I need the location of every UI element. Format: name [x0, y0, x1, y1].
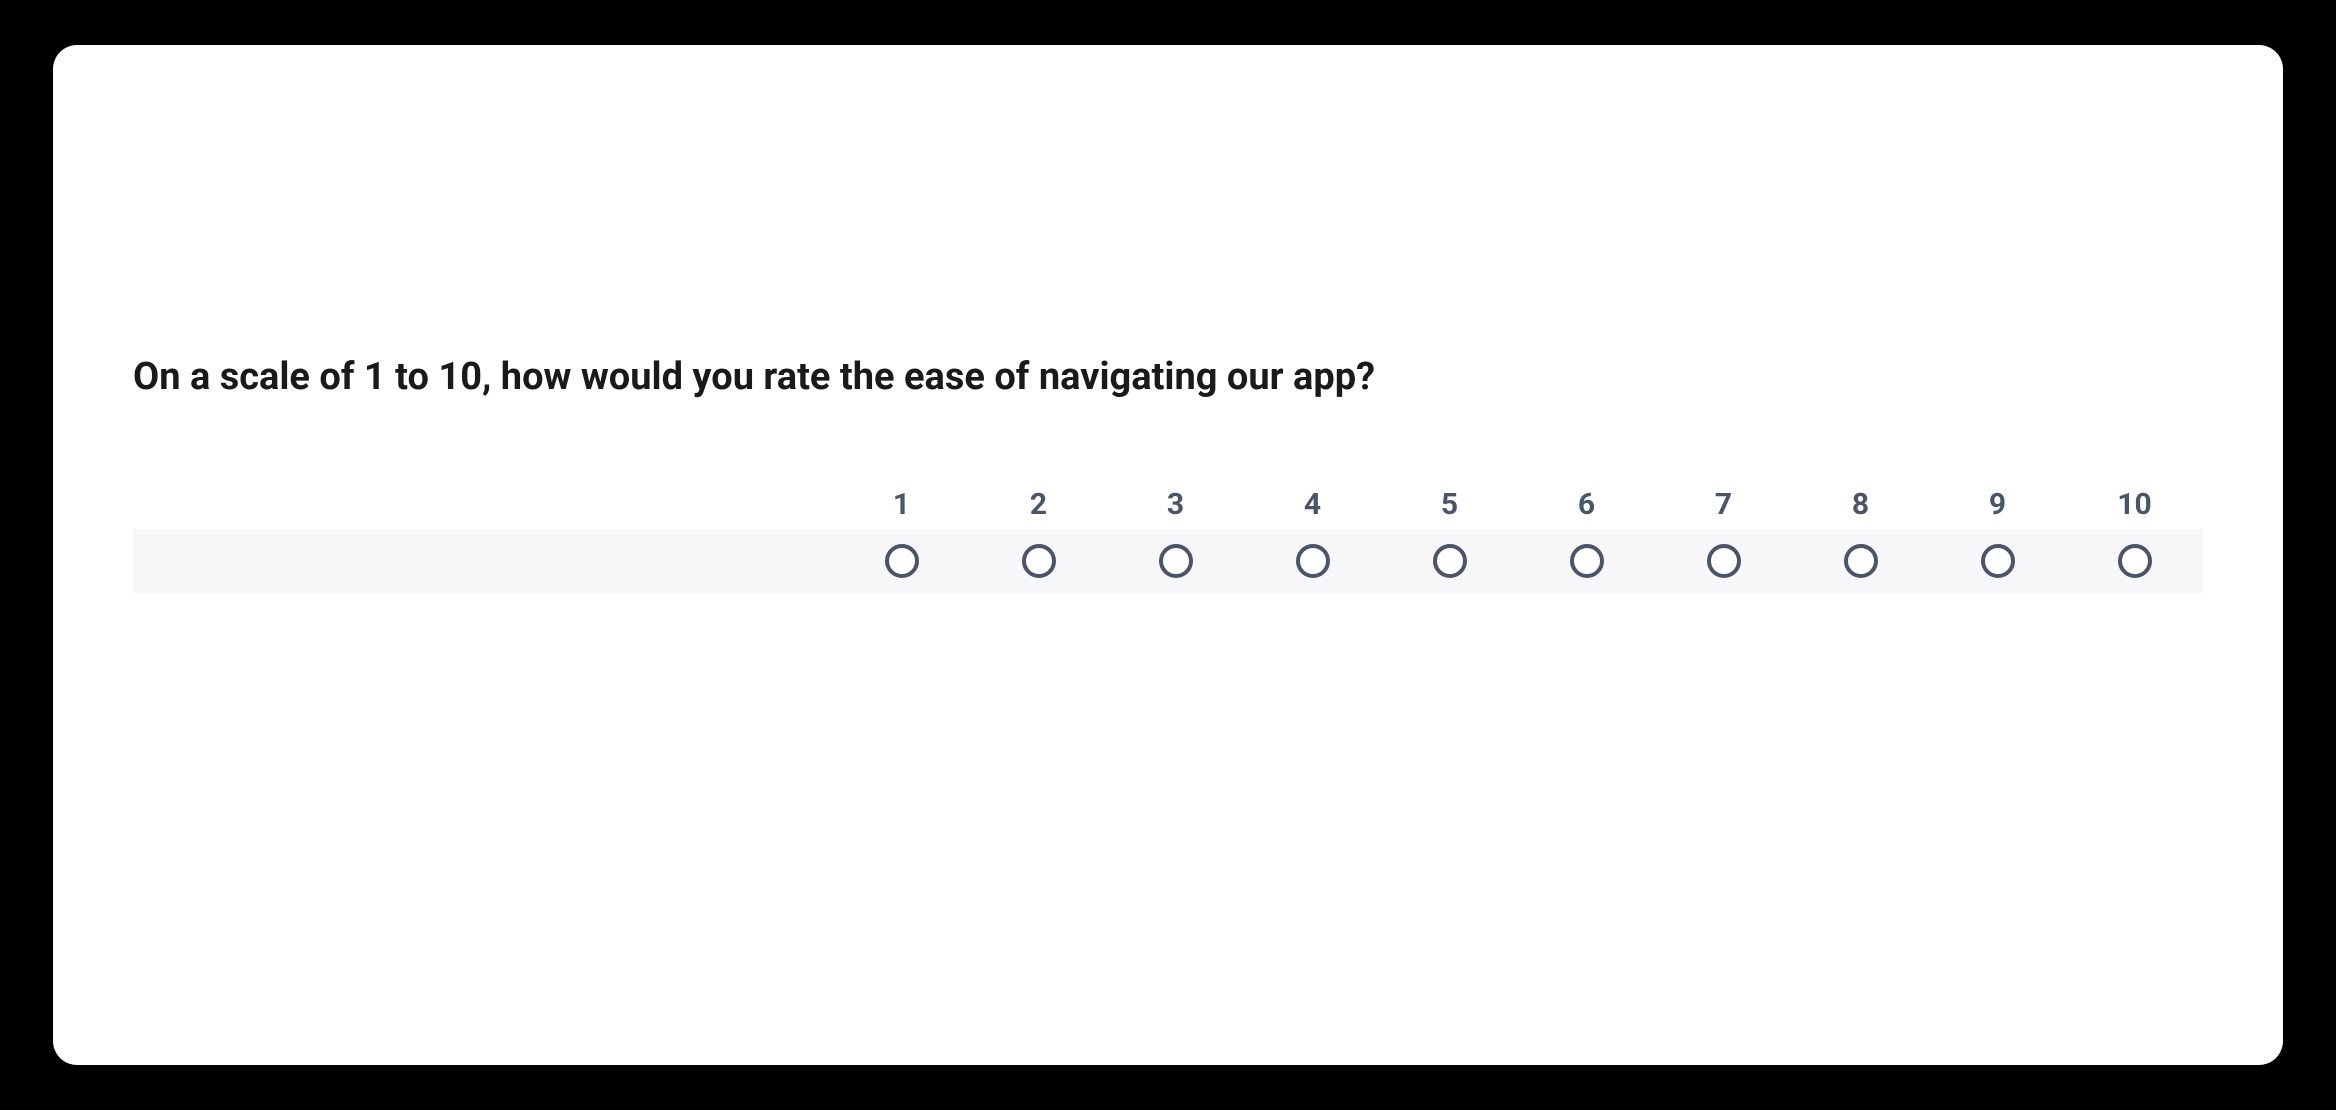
- scale-label-5: 5: [1381, 487, 1518, 522]
- scale-label-2: 2: [970, 487, 1107, 522]
- radio-option-7[interactable]: [1707, 544, 1741, 578]
- scale-label-1: 1: [833, 487, 970, 522]
- scale-labels-row: 1 2 3 4 5 6 7 8 9 10: [133, 479, 2203, 529]
- scale-radio-item-3: [1107, 544, 1244, 578]
- radio-option-9[interactable]: [1981, 544, 2015, 578]
- radio-option-1[interactable]: [885, 544, 919, 578]
- rating-scale: 1 2 3 4 5 6 7 8 9 10: [133, 479, 2203, 593]
- scale-radio-item-9: [1929, 544, 2066, 578]
- radio-option-4[interactable]: [1296, 544, 1330, 578]
- radio-option-2[interactable]: [1022, 544, 1056, 578]
- scale-label-3: 3: [1107, 487, 1244, 522]
- scale-radio-item-7: [1655, 544, 1792, 578]
- scale-label-8: 8: [1792, 487, 1929, 522]
- scale-radio-item-1: [833, 544, 970, 578]
- scale-label-6: 6: [1518, 487, 1655, 522]
- scale-label-9: 9: [1929, 487, 2066, 522]
- scale-radio-item-5: [1381, 544, 1518, 578]
- radio-option-10[interactable]: [2118, 544, 2152, 578]
- scale-label-4: 4: [1244, 487, 1381, 522]
- scale-radio-item-2: [970, 544, 1107, 578]
- scale-radio-item-8: [1792, 544, 1929, 578]
- scale-label-7: 7: [1655, 487, 1792, 522]
- scale-radio-item-6: [1518, 544, 1655, 578]
- scale-radios-row: [133, 529, 2203, 593]
- scale-radio-item-4: [1244, 544, 1381, 578]
- scale-label-10: 10: [2066, 487, 2203, 522]
- radio-option-8[interactable]: [1844, 544, 1878, 578]
- radio-option-6[interactable]: [1570, 544, 1604, 578]
- radio-option-3[interactable]: [1159, 544, 1193, 578]
- question-title: On a scale of 1 to 10, how would you rat…: [133, 355, 2203, 399]
- scale-radio-item-10: [2066, 544, 2203, 578]
- radio-option-5[interactable]: [1433, 544, 1467, 578]
- survey-card: On a scale of 1 to 10, how would you rat…: [53, 45, 2283, 1065]
